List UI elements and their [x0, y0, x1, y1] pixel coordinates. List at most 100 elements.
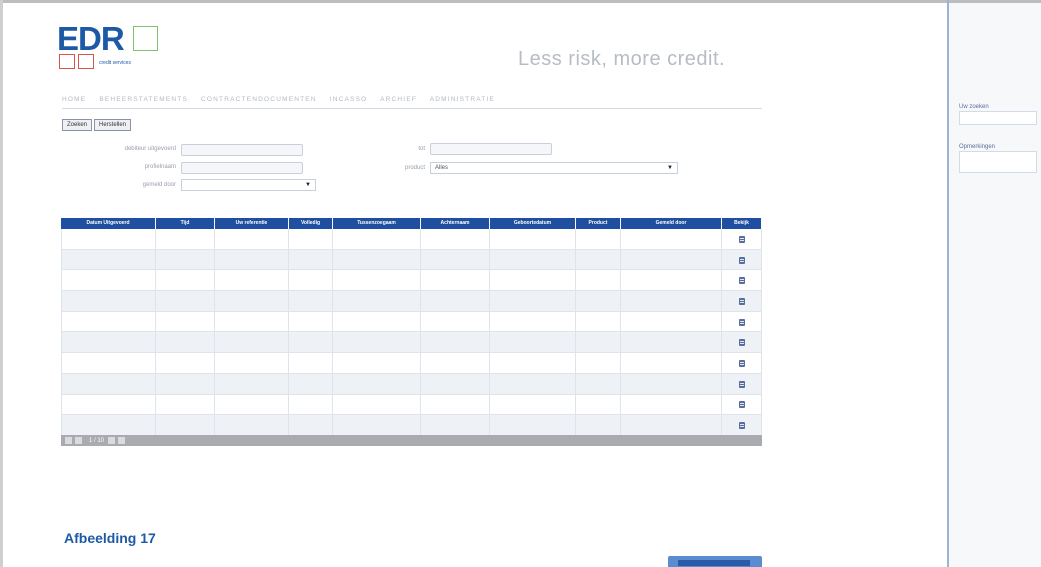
- table-cell: [722, 353, 762, 373]
- table-cell: [215, 270, 289, 291]
- table-row[interactable]: [61, 270, 762, 292]
- table-cell: [722, 394, 762, 415]
- col-header-product[interactable]: Product: [576, 218, 621, 229]
- view-document-icon[interactable]: [738, 318, 745, 326]
- logo-text: EDR: [57, 20, 125, 57]
- to-input[interactable]: [430, 143, 552, 155]
- reset-button[interactable]: Herstellen: [94, 119, 132, 131]
- view-document-icon[interactable]: [738, 256, 745, 264]
- table-cell: [722, 229, 762, 249]
- table-cell: [490, 249, 576, 270]
- chevron-down-icon: ▼: [667, 165, 673, 171]
- table-cell: [421, 353, 490, 373]
- table-cell: [621, 229, 722, 249]
- table-row[interactable]: [61, 311, 762, 333]
- table-cell: [333, 332, 421, 353]
- nav-item-beheerstatements[interactable]: BEHEERSTATEMENTS: [99, 96, 188, 103]
- col-header-reported-by[interactable]: Gemeld door: [621, 218, 722, 229]
- table-cell: [156, 311, 215, 332]
- nav-item-administratie[interactable]: ADMINISTRATIE: [430, 96, 495, 103]
- table-row[interactable]: [61, 415, 762, 436]
- table-cell: [576, 270, 621, 291]
- table-cell: [576, 373, 621, 394]
- table-row[interactable]: [61, 353, 762, 374]
- table-cell: [421, 249, 490, 270]
- right-panel-label-1: Uw zoeken: [959, 104, 989, 110]
- table-row[interactable]: [61, 332, 762, 354]
- table-cell: [215, 311, 289, 332]
- view-document-icon[interactable]: [738, 277, 745, 285]
- table-cell: [421, 229, 490, 249]
- nav-item-incasso[interactable]: INCASSO: [330, 96, 368, 103]
- first-page-icon[interactable]: [65, 437, 72, 444]
- next-page-icon[interactable]: [108, 437, 116, 444]
- product-select[interactable]: Alles ▼: [430, 162, 678, 174]
- col-header-complete[interactable]: Volledig: [289, 218, 333, 229]
- table-cell: [215, 415, 289, 435]
- nav-item-archief[interactable]: ARCHIEF: [380, 96, 417, 103]
- view-document-icon[interactable]: [738, 359, 745, 367]
- table-cell: [156, 291, 215, 311]
- table-cell: [333, 229, 421, 249]
- table-cell: [156, 332, 215, 353]
- table-row[interactable]: [61, 373, 762, 395]
- table-cell: [576, 291, 621, 311]
- left-border: [0, 0, 3, 567]
- bottom-action-button[interactable]: [668, 556, 762, 567]
- prev-page-icon[interactable]: [75, 437, 82, 444]
- right-panel-input-1[interactable]: [959, 111, 1037, 125]
- table-cell: [61, 311, 156, 332]
- debtor-input[interactable]: [181, 144, 303, 156]
- col-header-time[interactable]: Tijd: [156, 218, 215, 229]
- table-cell: [333, 270, 421, 291]
- table-row[interactable]: [61, 229, 762, 250]
- table-row[interactable]: [61, 291, 762, 312]
- table-cell: [289, 394, 333, 415]
- table-cell: [722, 332, 762, 353]
- table-cell: [490, 229, 576, 249]
- col-header-birthdate[interactable]: Geboortedatum: [490, 218, 576, 229]
- page-indicator: 1 / 10: [89, 437, 105, 444]
- col-header-date[interactable]: Datum Uitgevoerd: [61, 218, 156, 229]
- logo-green-square-icon: [133, 26, 158, 51]
- table-cell: [576, 394, 621, 415]
- table-cell: [621, 373, 722, 394]
- reported-by-select[interactable]: ▼: [181, 179, 316, 191]
- view-document-icon[interactable]: [738, 297, 745, 305]
- col-header-view[interactable]: Bekijk: [722, 218, 762, 229]
- logo-red-square-icon: [78, 54, 94, 69]
- nav-item-home[interactable]: HOME: [62, 96, 86, 103]
- right-panel-textarea[interactable]: [959, 151, 1037, 173]
- table-row[interactable]: [61, 394, 762, 416]
- nav-item-contracten[interactable]: CONTRACTENDOCUMENTEN: [201, 96, 317, 103]
- table-cell: [421, 415, 490, 435]
- view-document-icon[interactable]: [738, 235, 745, 243]
- nav-divider: [62, 108, 762, 109]
- table-cell: [333, 373, 421, 394]
- table-cell: [421, 394, 490, 415]
- col-header-reference[interactable]: Uw referentie: [215, 218, 289, 229]
- table-cell: [421, 373, 490, 394]
- table-cell: [333, 311, 421, 332]
- view-document-icon[interactable]: [738, 422, 745, 430]
- table-cell: [156, 394, 215, 415]
- last-page-icon[interactable]: [118, 437, 126, 444]
- search-button[interactable]: Zoeken: [62, 119, 93, 131]
- bottom-button-label: [678, 560, 750, 566]
- logo-red-square-icon: [59, 54, 75, 69]
- view-document-icon[interactable]: [738, 380, 745, 388]
- table-cell: [61, 291, 156, 311]
- table-cell: [722, 270, 762, 291]
- table-cell: [576, 353, 621, 373]
- col-header-surname[interactable]: Achternaam: [421, 218, 490, 229]
- col-header-infix[interactable]: Tussenzoegaam: [333, 218, 421, 229]
- view-document-icon[interactable]: [738, 339, 745, 347]
- figure-caption: Afbeelding 17: [64, 530, 156, 546]
- edr-logo[interactable]: EDR credit services: [57, 20, 167, 72]
- table-cell: [621, 332, 722, 353]
- table-row[interactable]: [61, 249, 762, 271]
- main-nav: HOME BEHEERSTATEMENTS CONTRACTENDOCUMENT…: [62, 96, 762, 106]
- profile-input[interactable]: [181, 162, 303, 174]
- table-cell: [289, 415, 333, 435]
- view-document-icon[interactable]: [738, 401, 745, 409]
